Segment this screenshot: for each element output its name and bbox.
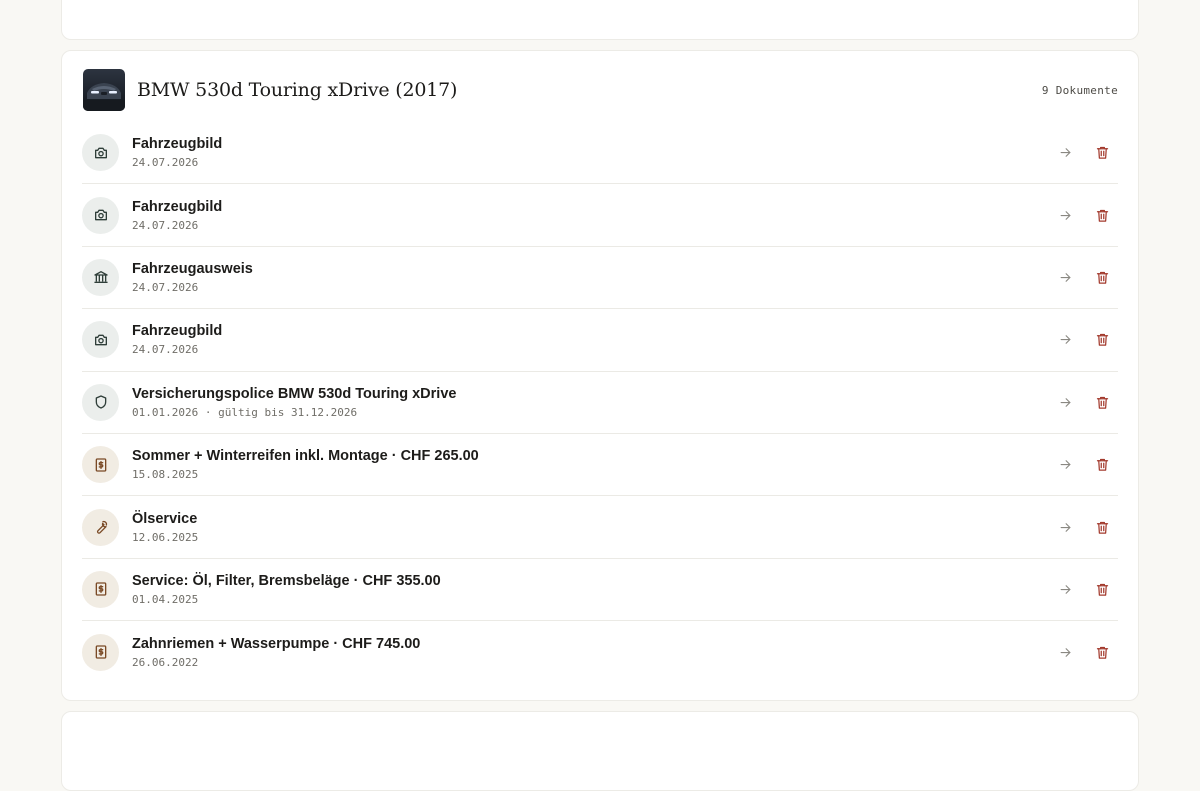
open-arrow-icon[interactable] [1054, 578, 1076, 600]
document-date: 15.08.2025 [132, 468, 199, 482]
list-item[interactable]: Fahrzeugbild 24.07.2026 [82, 122, 1118, 185]
open-arrow-icon[interactable] [1054, 516, 1076, 538]
list-item[interactable]: Fahrzeugausweis 24.07.2026 [82, 247, 1118, 310]
list-item[interactable]: Versicherungspolice BMW 530d Touring xDr… [82, 372, 1118, 434]
vehicle-thumbnail[interactable] [83, 69, 125, 111]
document-title: Versicherungspolice BMW 530d Touring xDr… [132, 385, 457, 402]
document-date: 24.07.2026 [132, 343, 199, 357]
list-item[interactable]: Ölservice 12.06.2025 [82, 496, 1118, 559]
document-count: 9 Dokumente [1041, 83, 1118, 97]
document-date: 01.01.2026 · gültig bis 31.12.2026 [132, 405, 358, 419]
delete-trash-icon[interactable] [1091, 204, 1113, 226]
list-item[interactable]: Service: Öl, Filter, Bremsbeläge · CHF 3… [82, 559, 1118, 622]
receipt-dollar-icon [82, 446, 119, 484]
document-date: 24.07.2026 [132, 156, 199, 170]
document-date: 26.06.2022 [132, 655, 199, 669]
open-arrow-icon[interactable] [1054, 329, 1076, 351]
next-vehicle-card [61, 711, 1139, 791]
document-date: 12.06.2025 [132, 530, 199, 544]
document-title: Zahnriemen + Wasserpumpe · CHF 745.00 [132, 635, 421, 652]
document-title: Fahrzeugbild [132, 198, 223, 215]
document-date: 24.07.2026 [132, 280, 199, 294]
vehicle-card: BMW 530d Touring xDrive (2017) 9 Dokumen… [61, 50, 1139, 701]
delete-trash-icon[interactable] [1091, 142, 1113, 164]
list-item[interactable]: Zahnriemen + Wasserpumpe · CHF 745.00 26… [82, 621, 1118, 683]
shield-icon [82, 383, 119, 421]
camera-icon [82, 134, 119, 172]
document-title: Sommer + Winterreifen inkl. Montage · CH… [132, 448, 479, 465]
open-arrow-icon[interactable] [1054, 391, 1076, 413]
delete-trash-icon[interactable] [1091, 266, 1113, 288]
camera-icon [82, 196, 119, 234]
list-item[interactable]: Fahrzeugbild 24.07.2026 [82, 184, 1118, 247]
document-date: 24.07.2026 [132, 218, 199, 232]
vehicle-title: BMW 530d Touring xDrive (2017) [137, 79, 458, 101]
delete-trash-icon[interactable] [1091, 641, 1113, 663]
document-list: Fahrzeugbild 24.07.2026 Fahrzeugbild 24.… [82, 122, 1118, 684]
bank-icon [82, 258, 119, 296]
open-arrow-icon[interactable] [1054, 454, 1076, 476]
list-item[interactable]: Sommer + Winterreifen inkl. Montage · CH… [82, 434, 1118, 497]
receipt-dollar-icon [82, 633, 119, 671]
open-arrow-icon[interactable] [1054, 142, 1076, 164]
document-title: Service: Öl, Filter, Bremsbeläge · CHF 3… [132, 572, 441, 589]
vehicle-card-header: BMW 530d Touring xDrive (2017) 9 Dokumen… [83, 69, 1118, 111]
open-arrow-icon[interactable] [1054, 266, 1076, 288]
open-arrow-icon[interactable] [1054, 641, 1076, 663]
delete-trash-icon[interactable] [1091, 329, 1113, 351]
document-date: 01.04.2025 [132, 592, 199, 606]
wrench-icon [82, 508, 119, 546]
document-title: Fahrzeugbild [132, 136, 223, 153]
receipt-dollar-icon [82, 570, 119, 608]
delete-trash-icon[interactable] [1091, 578, 1113, 600]
delete-trash-icon[interactable] [1091, 516, 1113, 538]
list-item[interactable]: Fahrzeugbild 24.07.2026 [82, 309, 1118, 372]
open-arrow-icon[interactable] [1054, 204, 1076, 226]
delete-trash-icon[interactable] [1091, 454, 1113, 476]
document-title: Fahrzeugbild [132, 323, 223, 340]
camera-icon [82, 321, 119, 359]
previous-vehicle-card [61, 0, 1139, 40]
delete-trash-icon[interactable] [1091, 391, 1113, 413]
document-title: Fahrzeugausweis [132, 260, 253, 277]
document-title: Ölservice [132, 510, 198, 527]
